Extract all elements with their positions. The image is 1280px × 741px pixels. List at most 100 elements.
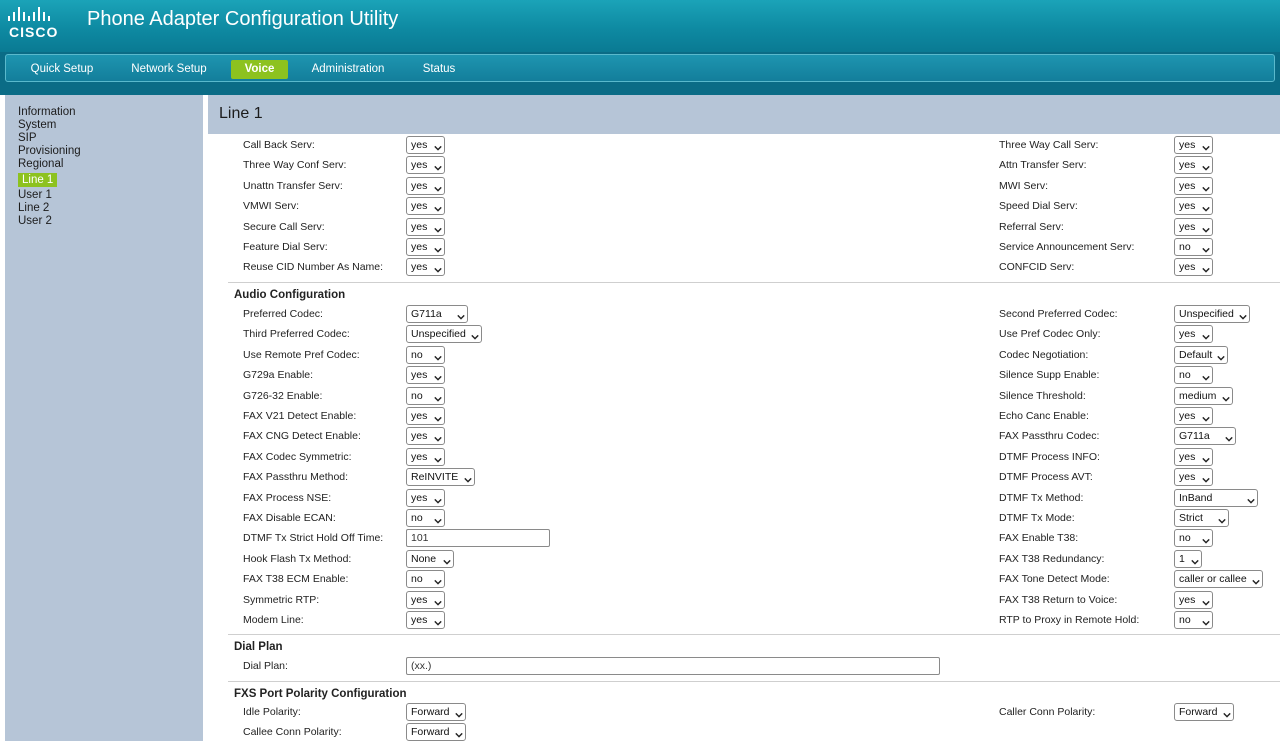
- chevron-down-icon: [1202, 473, 1210, 483]
- select-value: yes: [411, 430, 428, 443]
- select-value: yes: [411, 241, 428, 253]
- field-label: DTMF Process INFO:: [999, 450, 1100, 463]
- tab-quick-setup[interactable]: Quick Setup: [24, 60, 100, 79]
- chevron-down-icon: [1202, 141, 1210, 151]
- third-preferred-codec-select[interactable]: Unspecified: [406, 325, 482, 344]
- select-value: 1: [1179, 552, 1185, 565]
- fax-cng-detect-enable-select[interactable]: yes: [406, 427, 445, 446]
- vmwi-serv-select[interactable]: yes: [406, 197, 445, 216]
- codec-negotiation-select[interactable]: Default: [1174, 345, 1228, 364]
- use-pref-codec-only-select[interactable]: yes: [1174, 325, 1213, 344]
- sidebar-item-regional[interactable]: Regional: [18, 158, 63, 171]
- echo-canc-enable-select[interactable]: yes: [1174, 407, 1213, 425]
- referral-serv-select[interactable]: yes: [1174, 217, 1213, 236]
- callee-conn-polarity-select[interactable]: Forward: [406, 723, 466, 741]
- fax-codec-symmetric-select[interactable]: yes: [406, 447, 445, 466]
- dtmf-tx-method-select[interactable]: InBand: [1174, 488, 1258, 507]
- use-remote-pref-codec-select[interactable]: no: [406, 345, 445, 364]
- tab-network-setup[interactable]: Network Setup: [124, 60, 214, 79]
- tab-administration[interactable]: Administration: [306, 60, 390, 79]
- fax-passthru-method-select[interactable]: ReINVITE: [406, 468, 475, 487]
- dial-plan-input[interactable]: (xx.): [406, 657, 940, 675]
- select-value: no: [411, 512, 423, 524]
- fax-passthru-codec-select[interactable]: G711a: [1174, 427, 1236, 446]
- chevron-down-icon: [1202, 243, 1210, 253]
- sidebar-item-line-1[interactable]: Line 1: [18, 173, 58, 187]
- sidebar-item-information[interactable]: Information: [18, 106, 76, 119]
- silence-threshold-select[interactable]: medium: [1174, 386, 1233, 405]
- modem-line-select[interactable]: yes: [406, 611, 445, 629]
- sidebar-item-line-2[interactable]: Line 2: [18, 202, 49, 215]
- symmetric-rtp-select[interactable]: yes: [406, 590, 445, 609]
- chevron-down-icon: [434, 182, 442, 192]
- sidebar-item-user-1[interactable]: User 1: [18, 189, 52, 202]
- chevron-down-icon: [1225, 432, 1233, 443]
- fax-t38-ecm-enable-select[interactable]: no: [406, 570, 445, 589]
- chevron-down-icon: [434, 514, 442, 524]
- dtmf-process-info-select[interactable]: yes: [1174, 447, 1213, 466]
- chevron-down-icon: [434, 575, 442, 585]
- select-value: Unspecified: [411, 328, 466, 341]
- chevron-down-icon: [434, 202, 442, 212]
- secure-call-serv-select[interactable]: yes: [406, 217, 445, 236]
- chevron-down-icon: [1202, 616, 1210, 626]
- sidebar-item-user-2[interactable]: User 2: [18, 215, 52, 228]
- g726-32-enable-select[interactable]: no: [406, 386, 445, 405]
- fax-t38-redundancy-select[interactable]: 1: [1174, 549, 1202, 568]
- cisco-logo-bars: [8, 7, 64, 21]
- feature-dial-serv-select[interactable]: yes: [406, 238, 445, 256]
- select-value: Forward: [1179, 706, 1218, 718]
- fax-t38-return-to-voice-select[interactable]: yes: [1174, 590, 1213, 609]
- confcid-serv-select[interactable]: yes: [1174, 258, 1213, 277]
- cisco-logo-text: CISCO: [9, 24, 59, 40]
- three-way-call-serv-select[interactable]: yes: [1174, 136, 1213, 154]
- dial-plan-heading: Dial Plan: [234, 641, 283, 653]
- three-way-conf-serv-select[interactable]: yes: [406, 156, 445, 175]
- field-label: Three Way Call Serv:: [999, 139, 1099, 151]
- hook-flash-tx-method-select[interactable]: None: [406, 549, 454, 568]
- dtmf-tx-mode-select[interactable]: Strict: [1174, 509, 1229, 527]
- select-value: Forward: [411, 726, 450, 739]
- dtmf-process-avt-select[interactable]: yes: [1174, 468, 1213, 487]
- field-label: Modem Line:: [243, 614, 304, 626]
- select-value: ReINVITE: [411, 471, 459, 484]
- fax-enable-t38-select[interactable]: no: [1174, 529, 1213, 548]
- preferred-codec-select[interactable]: G711a: [406, 305, 468, 323]
- silence-supp-enable-select[interactable]: no: [1174, 366, 1213, 385]
- select-value: InBand: [1179, 491, 1213, 504]
- mwi-serv-select[interactable]: yes: [1174, 176, 1213, 195]
- chevron-down-icon: [1202, 596, 1210, 606]
- chevron-down-icon: [1217, 351, 1225, 361]
- sidebar-item-system[interactable]: System: [18, 119, 56, 132]
- field-label: Callee Conn Polarity:: [243, 726, 342, 739]
- speed-dial-serv-select[interactable]: yes: [1174, 197, 1213, 216]
- caller-conn-polarity-select[interactable]: Forward: [1174, 703, 1234, 721]
- field-label: FAX Process NSE:: [243, 491, 332, 504]
- app-title: Phone Adapter Configuration Utility: [87, 8, 399, 30]
- chevron-down-icon: [1252, 575, 1260, 585]
- field-label: Feature Dial Serv:: [243, 241, 328, 253]
- second-preferred-codec-select[interactable]: Unspecified: [1174, 305, 1250, 323]
- g729a-enable-select[interactable]: yes: [406, 366, 445, 385]
- dtmf-tx-strict-hold-off-time-input[interactable]: 101: [406, 529, 550, 548]
- call-back-serv-select[interactable]: yes: [406, 136, 445, 154]
- fax-v21-detect-enable-select[interactable]: yes: [406, 407, 445, 425]
- sidebar-item-provisioning[interactable]: Provisioning: [18, 145, 81, 158]
- reuse-cid-number-as-name-select[interactable]: yes: [406, 258, 445, 277]
- fax-tone-detect-mode-select[interactable]: caller or callee: [1174, 570, 1263, 589]
- tab-voice[interactable]: Voice: [231, 60, 288, 79]
- chevron-down-icon: [1202, 182, 1210, 192]
- main-nav: Quick Setup Network Setup Voice Administ…: [0, 52, 1280, 95]
- select-value: yes: [411, 159, 428, 172]
- attn-transfer-serv-select[interactable]: yes: [1174, 156, 1213, 175]
- rtp-to-proxy-in-remote-hold-select[interactable]: no: [1174, 611, 1213, 629]
- idle-polarity-select[interactable]: Forward: [406, 703, 466, 721]
- sidebar-item-sip[interactable]: SIP: [18, 132, 37, 145]
- field-label: Dial Plan:: [243, 660, 288, 672]
- fax-process-nse-select[interactable]: yes: [406, 488, 445, 507]
- service-announcement-serv-select[interactable]: no: [1174, 238, 1213, 256]
- tab-status[interactable]: Status: [414, 60, 464, 79]
- select-value: yes: [1179, 328, 1196, 341]
- unattn-transfer-serv-select[interactable]: yes: [406, 176, 445, 195]
- fax-disable-ecan-select[interactable]: no: [406, 509, 445, 527]
